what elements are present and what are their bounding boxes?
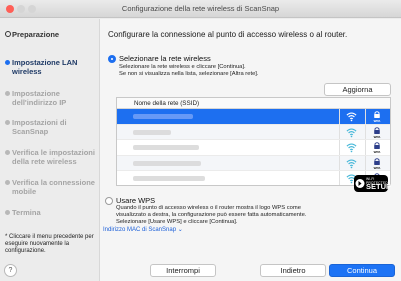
column-divider [339,109,340,124]
step-scansnap-settings[interactable]: Impostazioni di ScanSnap [5,118,97,136]
chevron-down-icon: ⌄ [177,227,183,233]
lock-wpa-icon: WPA [374,126,382,139]
use-wps-desc: Quando il punto di accesso wireless o il… [116,205,307,225]
step-verify-mobile[interactable]: Verifica la connessione mobile [5,178,97,196]
ssid-redacted [133,160,201,166]
ssid-redacted [133,145,199,150]
step-label: Impostazione dell'indirizzo IP [12,89,67,107]
network-row[interactable]: WPA [117,109,390,125]
help-button[interactable]: ? [4,264,17,277]
step-label: Preparazione [12,30,60,39]
mac-address-link-label: Indirizzo MAC di ScanSnap [103,227,177,233]
step-label: Impostazione LAN wireless [12,58,78,76]
column-divider [365,124,366,139]
main-panel: Configurare la connessione al punto di a… [99,19,401,281]
network-row[interactable]: WPA [117,140,390,156]
title-bar: Configurazione della rete wireless di Sc… [0,0,401,18]
mac-address-link[interactable]: Indirizzo MAC di ScanSnap ⌄ [103,226,183,233]
lock-wpa-icon: WPA [374,111,382,123]
step-wireless-lan[interactable]: Impostazione LAN wireless [5,58,97,76]
stop-button[interactable]: Interrompi [150,264,216,277]
column-divider [365,109,366,124]
window-title: Configurazione della rete wireless di Sc… [121,4,280,13]
step-pending-icon [5,120,10,125]
column-divider [339,124,340,139]
step-preparation[interactable]: Preparazione [5,30,59,39]
svg-text:WPA: WPA [374,150,382,154]
svg-text:WPA: WPA [374,135,382,139]
lock-wpa-icon: WPA [374,142,382,154]
page-heading: Configurare la connessione al punto di a… [108,30,348,39]
ssid-redacted [133,114,193,119]
step-label: Verifica le impostazioni della rete wire… [12,148,95,166]
continue-button[interactable]: Continua [329,264,395,277]
step-verify-wireless[interactable]: Verifica le impostazioni della rete wire… [5,148,97,166]
wps-logo-big-text: SETUP [366,182,392,191]
back-button[interactable]: Indietro [260,264,326,277]
column-divider [339,171,340,185]
sidebar-hint: * Cliccare il menu precedente per esegui… [5,234,94,254]
step-finish[interactable]: Termina [5,208,41,217]
refresh-button[interactable]: Aggiorna [324,83,391,96]
step-label: Verifica la connessione mobile [12,178,95,196]
svg-text:WPA: WPA [374,119,382,123]
column-divider [339,155,340,170]
use-wps-radio[interactable] [105,197,113,205]
svg-text:WPA: WPA [374,166,382,170]
wifi-signal-icon [346,158,357,168]
step-pending-icon [5,150,10,155]
step-pending-icon [5,91,10,96]
column-divider [365,155,366,170]
wifi-signal-icon [346,112,357,122]
network-table: Nome della rete (SSID) WPAWPAWPAWPAWPA [116,97,391,186]
ssid-column-header[interactable]: Nome della rete (SSID) [117,98,390,109]
wps-key-icon [355,179,365,188]
step-current-icon [5,60,10,65]
column-divider [339,140,340,155]
step-ip-address[interactable]: Impostazione dell'indirizzo IP [5,89,97,107]
wifi-signal-icon [346,143,357,153]
step-label: Termina [12,208,41,217]
setup-window: Configurazione della rete wireless di Sc… [0,0,401,281]
wps-logo: Wi-Fi PROTECTED SETUP [354,175,392,192]
use-wps-label[interactable]: Usare WPS [116,196,155,205]
ssid-redacted [133,176,205,181]
select-network-desc: Selezionare la rete wireless e cliccare … [119,64,259,77]
network-row[interactable]: WPA [117,171,390,185]
select-network-radio[interactable] [108,55,116,63]
step-complete-icon [5,31,11,37]
lock-wpa-icon: WPA [374,157,382,170]
wifi-signal-icon [346,127,357,137]
network-row[interactable]: WPA [117,124,390,140]
column-divider [365,140,366,155]
step-label: Impostazioni di ScanSnap [12,118,67,136]
ssid-redacted [133,129,171,135]
step-pending-icon [5,210,10,215]
select-network-label[interactable]: Selezionare la rete wireless [119,54,211,63]
network-row[interactable]: WPA [117,155,390,171]
step-pending-icon [5,180,10,185]
